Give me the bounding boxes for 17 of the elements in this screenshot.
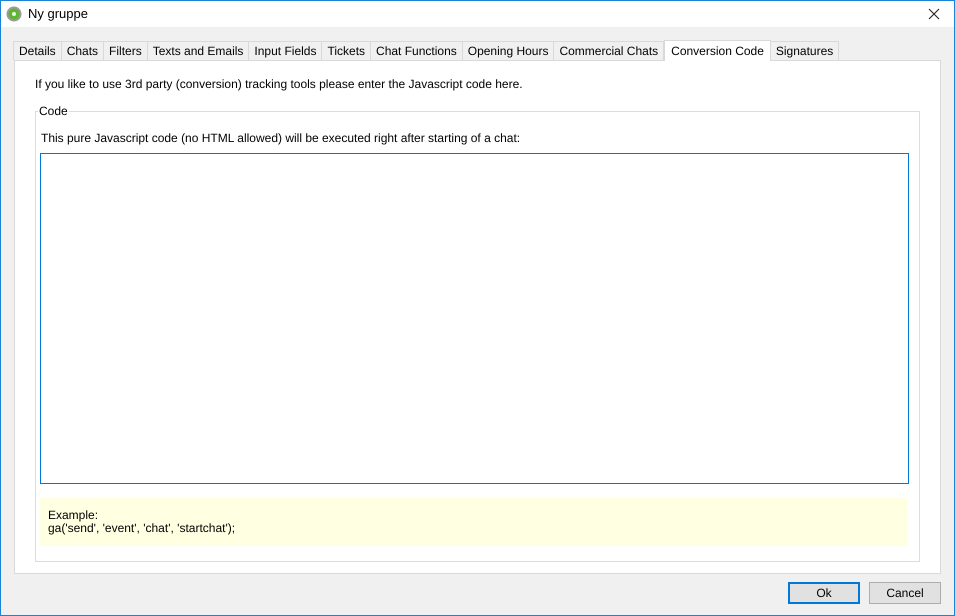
- group-title: Code: [38, 104, 69, 118]
- intro-text: If you like to use 3rd party (conversion) tracking tools please enter the Javascript code here.: [35, 76, 524, 93]
- window-title: Ny gruppe: [28, 5, 88, 24]
- example-text: Example:: [48, 509, 100, 522]
- tab[interactable]: Commercial Chats: [553, 41, 664, 60]
- code-description: This pure Javascript code (no HTML allowed) will be executed right after starting of a chat:: [41, 130, 522, 147]
- code-input[interactable]: [40, 153, 909, 484]
- example-text: ga('send', 'event', 'chat', 'startchat');: [48, 522, 236, 535]
- gear-icon: [6, 6, 22, 22]
- close-icon: [928, 8, 940, 20]
- tab[interactable]: Signatures: [770, 41, 840, 60]
- tab[interactable]: Details: [13, 41, 62, 60]
- tab[interactable]: Input Fields: [248, 41, 322, 60]
- tab[interactable]: Opening Hours: [462, 41, 554, 60]
- tab[interactable]: Conversion Code: [664, 40, 771, 61]
- dialog-button[interactable]: Ok: [788, 582, 860, 604]
- dialog-button[interactable]: Cancel: [869, 582, 941, 604]
